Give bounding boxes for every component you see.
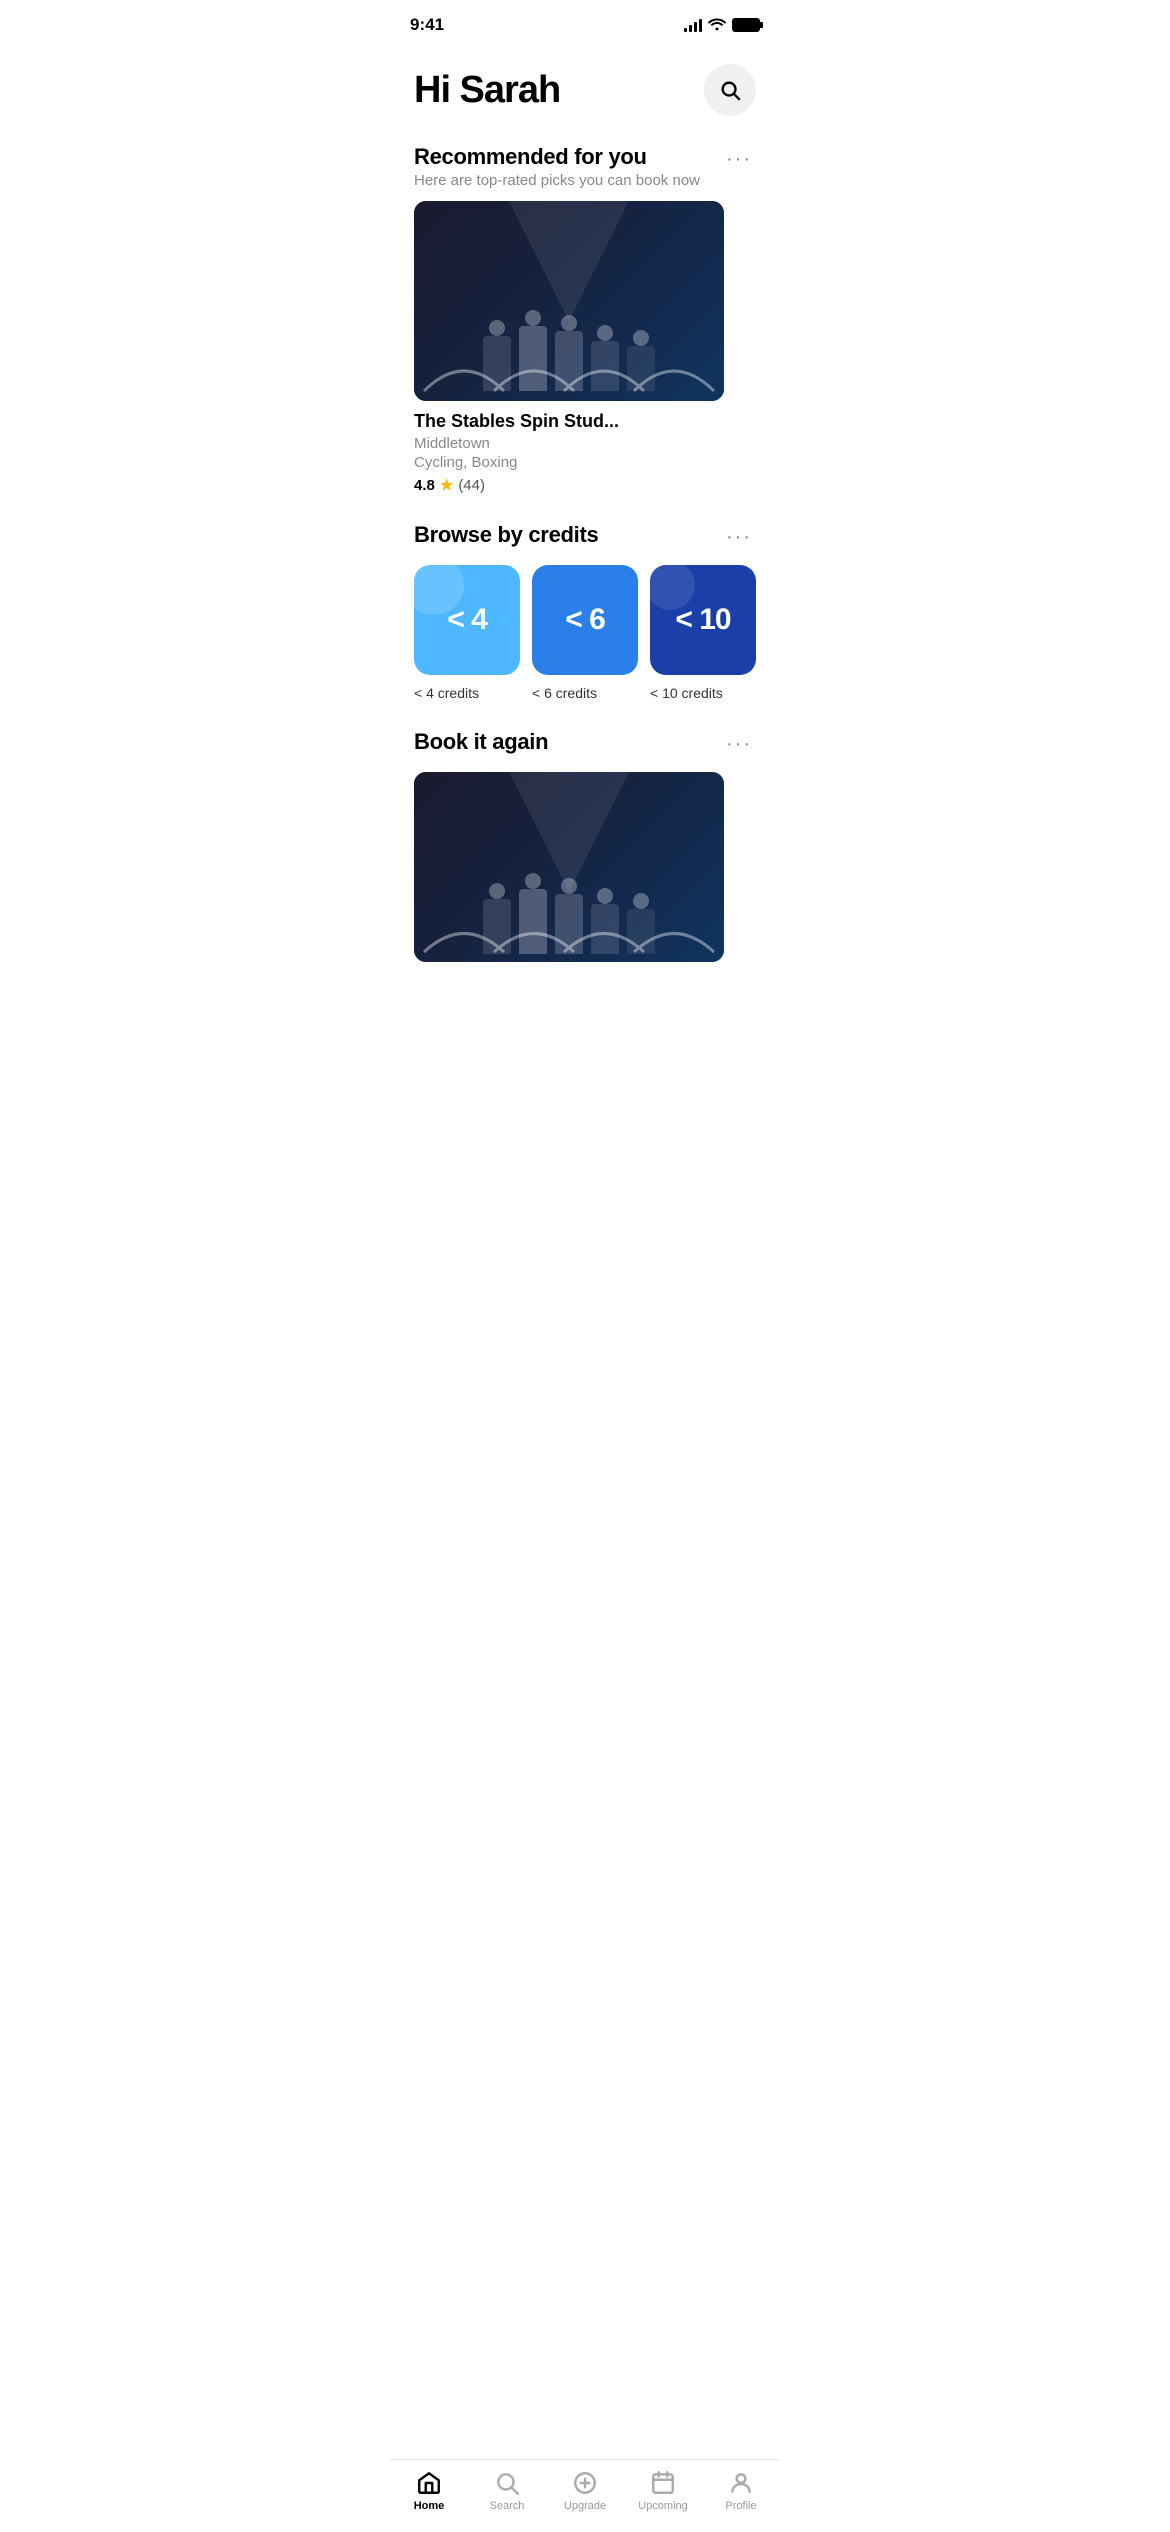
status-time: 9:41 — [410, 15, 444, 35]
credit-card-6[interactable]: < 6 — [532, 565, 638, 675]
card-type: Cycling, Boxing — [414, 454, 756, 471]
credit-card-10[interactable]: < 10 — [650, 565, 756, 675]
nav-search-icon — [494, 2470, 520, 2496]
main-content: Hi Sarah Recommended for you Here are to… — [390, 44, 780, 962]
battery-icon — [732, 18, 760, 32]
card-name: The Stables Spin Stud... — [414, 411, 756, 432]
search-icon — [719, 79, 741, 101]
upgrade-icon — [572, 2470, 598, 2496]
book-again-card[interactable] — [414, 772, 756, 962]
star-icon: ★ — [440, 476, 453, 494]
rating-value: 4.8 — [414, 477, 435, 494]
nav-profile[interactable]: Profile — [702, 2470, 780, 2512]
bottom-nav: Home Search Upgrade — [390, 2459, 780, 2532]
credits-header: Browse by credits ··· — [414, 522, 756, 553]
credits-sublabel-6: < 6 credits — [532, 685, 638, 701]
greeting: Hi Sarah — [414, 69, 560, 112]
nav-upcoming-label: Upcoming — [638, 2500, 688, 2512]
credits-title: Browse by credits — [414, 522, 598, 548]
credit-card-4[interactable]: < 4 — [414, 565, 520, 675]
credits-more-button[interactable]: ··· — [722, 522, 756, 553]
search-button[interactable] — [704, 64, 756, 116]
nav-search[interactable]: Search — [468, 2470, 546, 2512]
rating-count: (44) — [458, 477, 485, 494]
wifi-icon — [708, 17, 726, 34]
nav-search-label: Search — [490, 2500, 525, 2512]
credits-sublabel-10: < 10 credits — [650, 685, 756, 701]
book-again-title: Book it again — [414, 729, 548, 755]
nav-upcoming[interactable]: Upcoming — [624, 2470, 702, 2512]
book-again-card-image — [414, 772, 724, 962]
upcoming-icon — [650, 2470, 676, 2496]
nav-profile-label: Profile — [725, 2500, 756, 2512]
credits-grid: < 4 < 6 < 10 — [414, 565, 756, 675]
credits-labels: < 4 credits < 6 credits < 10 credits — [414, 685, 756, 701]
card-rating: 4.8 ★ (44) — [414, 476, 756, 494]
recommended-subtitle: Here are top-rated picks you can book no… — [414, 172, 700, 189]
card-location: Middletown — [414, 435, 756, 452]
signal-icon — [684, 18, 702, 32]
nav-home-label: Home — [414, 2500, 445, 2512]
header-row: Hi Sarah — [414, 64, 756, 116]
recommended-card[interactable]: The Stables Spin Stud... Middletown Cycl… — [414, 201, 756, 494]
nav-home[interactable]: Home — [390, 2470, 468, 2512]
credit-label-10: < 10 — [675, 603, 730, 637]
credit-label-6: < 6 — [565, 603, 605, 637]
recommended-more-button[interactable]: ··· — [722, 144, 756, 175]
credits-section: Browse by credits ··· < 4 < 6 < 10 < 4 c… — [414, 522, 756, 701]
nav-upgrade-label: Upgrade — [564, 2500, 606, 2512]
profile-icon — [728, 2470, 754, 2496]
recommended-card-image — [414, 201, 724, 401]
recommended-section: Recommended for you Here are top-rated p… — [414, 144, 756, 494]
book-again-more-button[interactable]: ··· — [722, 729, 756, 760]
status-icons — [684, 17, 760, 34]
book-again-header: Book it again ··· — [414, 729, 756, 760]
recommended-header: Recommended for you Here are top-rated p… — [414, 144, 756, 189]
status-bar: 9:41 — [390, 0, 780, 44]
credits-sublabel-4: < 4 credits — [414, 685, 520, 701]
nav-upgrade[interactable]: Upgrade — [546, 2470, 624, 2512]
recommended-title: Recommended for you — [414, 144, 700, 170]
home-icon — [416, 2470, 442, 2496]
book-again-section: Book it again ··· — [414, 729, 756, 962]
